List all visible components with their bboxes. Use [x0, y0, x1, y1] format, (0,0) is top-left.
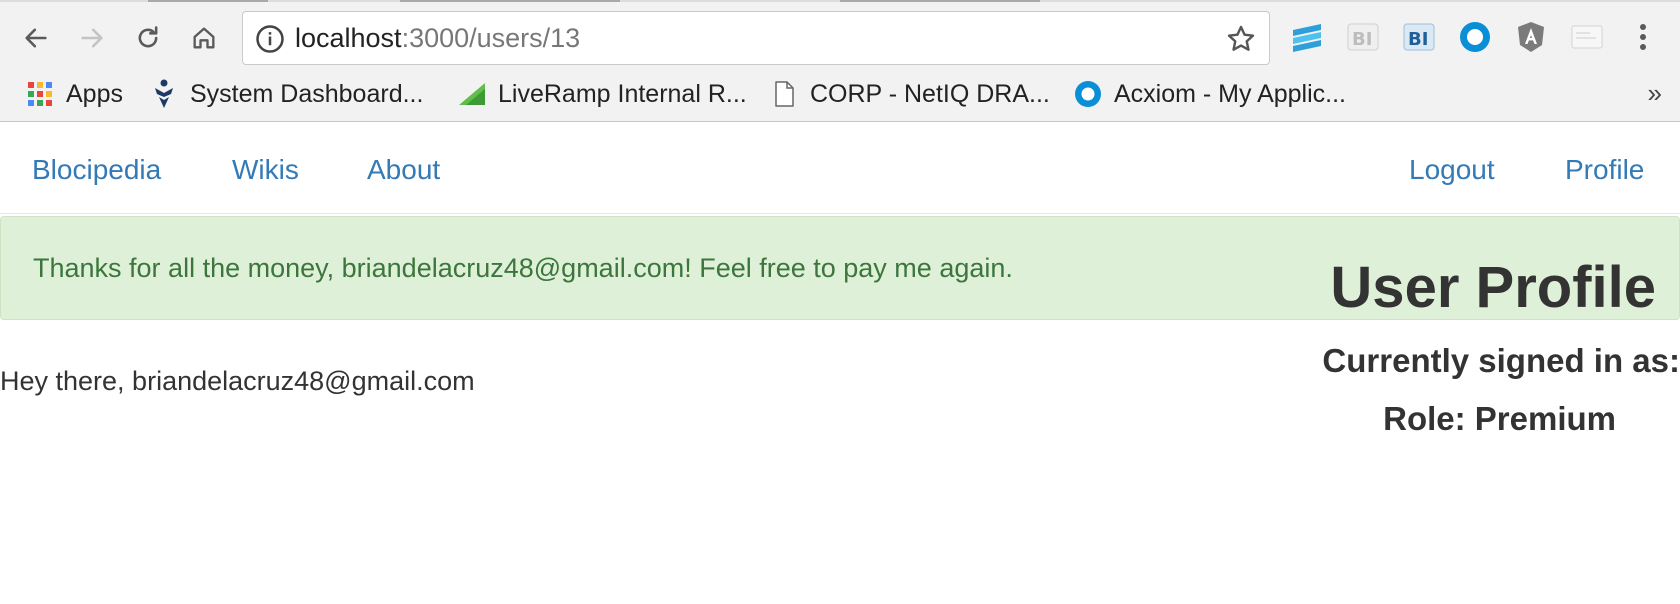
liveramp-icon: [458, 80, 486, 108]
acxiom-icon: [1074, 80, 1102, 108]
nav-profile-link[interactable]: Profile: [1565, 154, 1644, 186]
bookmark-corp-netiq[interactable]: CORP - NetIQ DRA...: [770, 78, 1050, 110]
profile-title: User Profile: [1330, 255, 1656, 320]
circle-extension-icon[interactable]: [1458, 20, 1492, 54]
bookmark-system-dashboard[interactable]: System Dashboard...: [150, 78, 423, 110]
alert-message: Thanks for all the money, briandelacruz4…: [33, 253, 1013, 283]
apps-grid-icon: [26, 80, 54, 108]
site-navbar: Blocipedia Wikis About Logout Profile: [0, 122, 1680, 214]
role-label: Role: Premium: [1383, 400, 1616, 437]
browser-chrome: localhost:3000/users/13 BI BI Apps Syste…: [0, 0, 1680, 122]
bookmark-label: CORP - NetIQ DRA...: [810, 79, 1050, 108]
back-button[interactable]: [16, 18, 56, 58]
bookmark-label: LiveRamp Internal R...: [498, 79, 747, 108]
bookmarks-bar: Apps System Dashboard... LiveRamp Intern…: [0, 72, 1680, 116]
nav-about-link[interactable]: About: [367, 154, 440, 186]
home-button[interactable]: [184, 18, 224, 58]
url-path: :3000/users/13: [401, 23, 581, 53]
stack-extension-icon[interactable]: [1290, 20, 1324, 54]
bookmark-label: System Dashboard...: [190, 79, 424, 108]
bookmark-star-icon[interactable]: [1225, 23, 1257, 55]
bookmark-label: Acxiom - My Applic...: [1114, 79, 1346, 108]
back-arrow-icon: [25, 28, 47, 48]
bookmark-apps[interactable]: Apps: [26, 78, 123, 110]
url-host: localhost: [295, 23, 402, 53]
bookmark-liveramp[interactable]: LiveRamp Internal R...: [458, 78, 747, 110]
svg-text:BI: BI: [1352, 29, 1372, 50]
page-icon: [770, 80, 798, 108]
bookmark-acxiom[interactable]: Acxiom - My Applic...: [1074, 78, 1346, 110]
card-extension-icon[interactable]: [1570, 20, 1604, 54]
address-bar[interactable]: localhost:3000/users/13: [242, 11, 1270, 65]
reload-icon: [138, 26, 158, 48]
info-icon[interactable]: [255, 24, 285, 54]
nav-logout-link[interactable]: Logout: [1409, 154, 1495, 186]
menu-dots-icon[interactable]: [1626, 20, 1660, 54]
forward-arrow-icon: [81, 28, 103, 48]
bi-blue-extension-icon[interactable]: BI: [1402, 20, 1436, 54]
signed-in-label: Currently signed in as:: [1322, 342, 1680, 379]
jira-icon: [150, 79, 178, 108]
nav-brand-link[interactable]: Blocipedia: [32, 154, 161, 186]
home-icon: [193, 27, 215, 49]
angular-extension-icon[interactable]: [1514, 20, 1548, 54]
bookmark-label: Apps: [66, 79, 123, 108]
nav-wikis-link[interactable]: Wikis: [232, 154, 299, 186]
url-text[interactable]: localhost:3000/users/13: [295, 22, 580, 54]
greeting-text: Hey there, briandelacruz48@gmail.com: [0, 366, 475, 396]
bi-extension-icon[interactable]: BI: [1346, 20, 1380, 54]
tab-strip-edge: [0, 0, 1680, 2]
bookmarks-overflow-button[interactable]: »: [1648, 78, 1662, 109]
forward-button[interactable]: [72, 18, 112, 58]
svg-text:BI: BI: [1408, 29, 1428, 50]
reload-button[interactable]: [128, 18, 168, 58]
